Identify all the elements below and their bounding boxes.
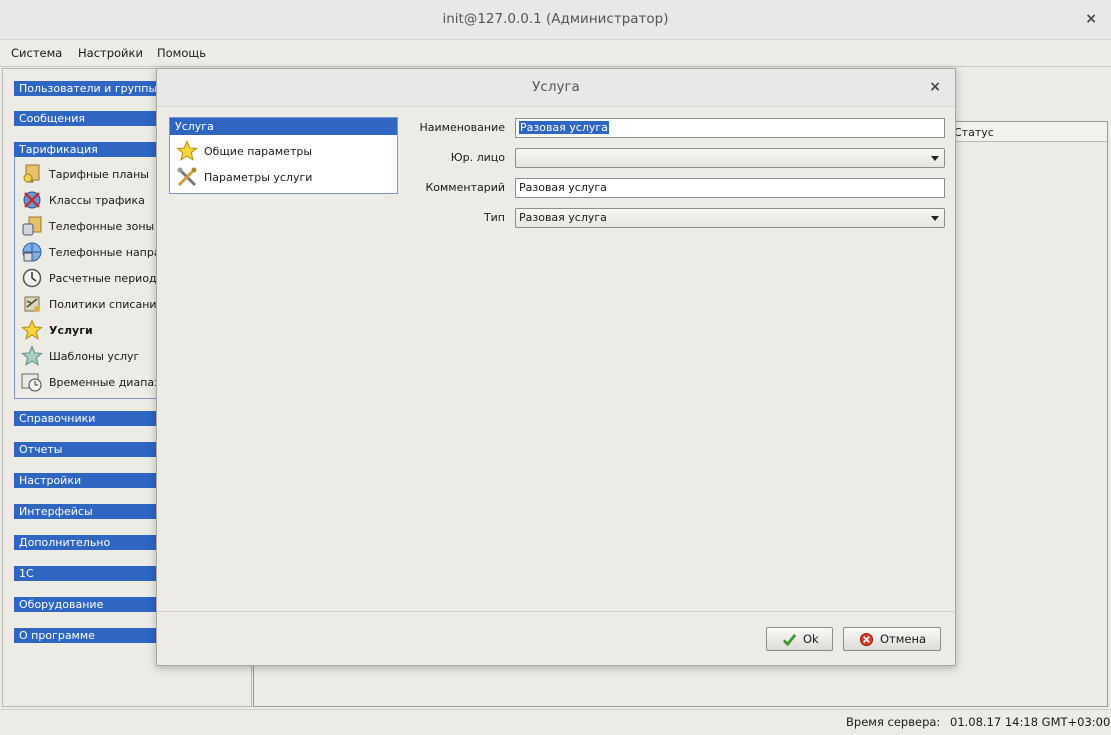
traffic-classes-icon [23, 191, 41, 209]
legal-entity-select[interactable] [515, 148, 945, 168]
phone-directions-icon [22, 242, 42, 262]
star-icon [21, 319, 43, 340]
ok-button[interactable]: Ok [766, 627, 833, 651]
nav-item-charge-policies[interactable]: Политики списания [21, 293, 161, 315]
nav-item-phone-zones[interactable]: Телефонные зоны [21, 215, 161, 237]
check-icon [782, 633, 797, 647]
star-template-icon [21, 345, 43, 366]
tree-root-service[interactable]: Услуга [170, 118, 397, 135]
column-header-status[interactable]: Статус [954, 126, 994, 139]
type-label: Тип [483, 211, 505, 224]
service-dialog: Услуга × Услуга Общие параметры Параметр… [156, 68, 956, 666]
charge-policies-icon [24, 296, 40, 312]
nav-item-services[interactable]: Услуги [21, 319, 161, 341]
tariff-plans-icon [23, 164, 40, 183]
nav-item-tariff-plans[interactable]: Тарифные планы [21, 163, 161, 185]
name-input-value: Разовая услуга [519, 121, 609, 134]
window-close-icon[interactable]: × [1085, 0, 1097, 39]
comment-input-value: Разовая услуга [519, 181, 607, 194]
cancel-icon [859, 632, 874, 647]
service-tree: Услуга Общие параметры Параметры услуги [169, 117, 398, 194]
window-titlebar: init@127.0.0.1 (Администратор) × [0, 0, 1111, 40]
dialog-close-icon[interactable]: × [929, 69, 941, 106]
status-bar: Время сервера: 01.08.17 14:18 GMT+03:00 [0, 709, 1111, 735]
cancel-button[interactable]: Отмена [843, 627, 941, 651]
menu-system[interactable]: Система [11, 46, 62, 60]
time-ranges-icon [21, 373, 42, 392]
menu-bar: Система Настройки Помощь [0, 40, 1111, 67]
nav-item-phone-directions[interactable]: Телефонные направления [21, 241, 161, 263]
tree-item-service-params[interactable]: Параметры услуги [176, 166, 391, 188]
menu-help[interactable]: Помощь [157, 46, 206, 60]
chevron-down-icon [931, 156, 939, 161]
menu-settings[interactable]: Настройки [78, 46, 143, 60]
name-label: Наименование [419, 121, 505, 134]
window-title: init@127.0.0.1 (Администратор) [442, 11, 669, 27]
comment-input[interactable]: Разовая услуга [515, 178, 945, 198]
nav-item-time-ranges[interactable]: Временные диапазоны [21, 371, 161, 393]
type-value: Разовая услуга [519, 211, 607, 224]
nav-item-traffic-classes[interactable]: Классы трафика [21, 189, 161, 211]
name-input[interactable]: Разовая услуга [515, 118, 945, 138]
dialog-title: Услуга [532, 79, 580, 95]
chevron-down-icon [931, 216, 939, 221]
comment-label: Комментарий [425, 181, 505, 194]
nav-item-billing-periods[interactable]: Расчетные периоды [21, 267, 161, 289]
billing-periods-icon [22, 268, 42, 288]
star-icon [176, 140, 198, 161]
legal-entity-label: Юр. лицо [450, 151, 505, 164]
dialog-titlebar: Услуга × [157, 69, 955, 107]
server-time-value: 01.08.17 14:18 GMT+03:00 [950, 715, 1111, 729]
server-time-label: Время сервера: [846, 715, 941, 729]
type-select[interactable]: Разовая услуга [515, 208, 945, 228]
tree-item-general-params[interactable]: Общие параметры [176, 140, 391, 162]
dialog-divider [157, 611, 955, 612]
phone-zones-icon [22, 216, 42, 236]
tools-icon [177, 167, 197, 187]
nav-item-service-templates[interactable]: Шаблоны услуг [21, 345, 161, 367]
